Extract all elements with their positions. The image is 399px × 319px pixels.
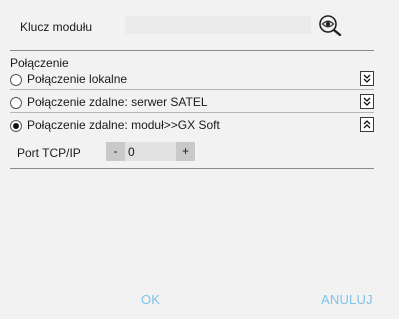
eye-magnifier-icon bbox=[319, 15, 342, 37]
chevron-double-down-icon bbox=[363, 97, 371, 106]
connection-option-local[interactable]: Połączenie lokalne bbox=[10, 71, 376, 89]
radio-button[interactable] bbox=[10, 97, 22, 109]
divider bbox=[10, 89, 374, 90]
port-decrement-button[interactable]: - bbox=[106, 142, 125, 161]
connection-option-gx-soft[interactable]: Połączenie zdalne: moduł>>GX Soft bbox=[10, 117, 376, 135]
expand-satel-button[interactable] bbox=[360, 94, 374, 109]
port-input[interactable] bbox=[125, 142, 176, 161]
connection-option-satel-server[interactable]: Połączenie zdalne: serwer SATEL bbox=[10, 94, 376, 112]
chevron-double-down-icon bbox=[363, 74, 371, 83]
divider bbox=[10, 112, 374, 113]
option-label: Połączenie zdalne: moduł>>GX Soft bbox=[27, 118, 220, 132]
port-increment-button[interactable]: + bbox=[176, 142, 195, 161]
radio-button[interactable] bbox=[10, 74, 22, 86]
divider bbox=[10, 168, 374, 169]
expand-local-button[interactable] bbox=[360, 71, 374, 86]
divider bbox=[10, 50, 374, 51]
cancel-button[interactable]: ANULUJ bbox=[321, 292, 373, 307]
chevron-double-up-icon bbox=[363, 120, 371, 129]
option-label: Połączenie lokalne bbox=[27, 72, 128, 86]
show-key-button[interactable] bbox=[318, 14, 342, 37]
module-key-label: Klucz modułu bbox=[20, 20, 93, 34]
module-key-input[interactable] bbox=[125, 16, 311, 34]
collapse-gx-soft-button[interactable] bbox=[360, 117, 374, 132]
ok-button[interactable]: OK bbox=[141, 292, 160, 307]
port-label: Port TCP/IP bbox=[17, 146, 81, 160]
radio-button-selected[interactable] bbox=[10, 120, 22, 132]
connection-section-title: Połączenie bbox=[10, 56, 69, 70]
option-label: Połączenie zdalne: serwer SATEL bbox=[27, 95, 208, 109]
